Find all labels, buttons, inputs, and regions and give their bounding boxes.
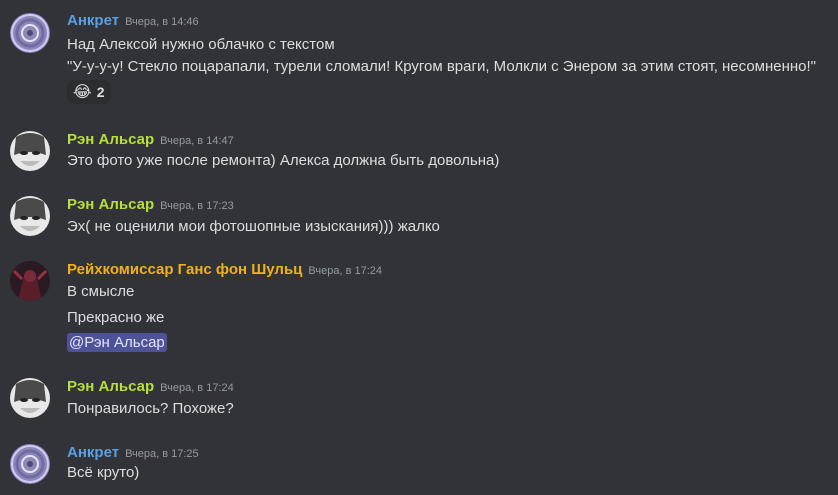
avatar-image	[10, 13, 50, 53]
author-name[interactable]: Анкрет	[67, 12, 119, 29]
message-header: Анкрет Вчера, в 17:25	[67, 444, 199, 462]
avatar[interactable]	[10, 131, 50, 171]
message-header: Рэн Альсар Вчера, в 17:24	[67, 378, 234, 396]
author-name[interactable]: Рэн Альсар	[67, 196, 154, 213]
message-header: Рейхкомиссар Ганс фон Шульц Вчера, в 17:2…	[67, 261, 382, 279]
reaction-count: 2	[96, 84, 105, 100]
avatar[interactable]	[10, 444, 50, 484]
author-name[interactable]: Рэн Альсар	[67, 378, 154, 395]
message-text: Эх( не оценили мои фотошопные изыскания)…	[67, 218, 440, 235]
avatar[interactable]	[10, 196, 50, 236]
avatar-image	[10, 196, 50, 236]
avatar-image	[10, 444, 50, 484]
message-header: Рэн Альсар Вчера, в 14:47	[67, 131, 234, 149]
laughing-emoji-icon: 😂	[73, 84, 92, 101]
message-text: Всё круто)	[67, 464, 140, 481]
avatar[interactable]	[10, 378, 50, 418]
author-name[interactable]: Анкрет	[67, 444, 119, 461]
message-text: @Рэн Альсар	[67, 333, 167, 352]
author-name[interactable]: Рэн Альсар	[67, 131, 154, 148]
avatar[interactable]	[10, 13, 50, 53]
message-header: Рэн Альсар Вчера, в 17:23	[67, 196, 234, 214]
message-text: Над Алексой нужно облачко с текстом	[67, 36, 335, 53]
avatar-image	[10, 131, 50, 171]
timestamp: Вчера, в 17:23	[160, 200, 234, 212]
message-text: Это фото уже после ремонта) Алекса должн…	[67, 152, 500, 169]
message-text: Прекрасно же	[67, 309, 165, 326]
user-mention[interactable]: @Рэн Альсар	[67, 333, 167, 352]
message-text: В смысле	[67, 283, 135, 300]
message-text: "У-у-у-у! Стекло поцарапали, турели слом…	[67, 58, 817, 75]
author-name[interactable]: Рейхкомиссар Ганс фон Шульц	[67, 261, 302, 278]
message-text: Понравилось? Похоже?	[67, 400, 234, 417]
avatar[interactable]	[10, 261, 50, 301]
reaction-button[interactable]: 😂 2	[67, 80, 111, 104]
timestamp: Вчера, в 14:46	[125, 16, 199, 28]
message-header: Анкрет Вчера, в 14:46	[67, 12, 199, 30]
avatar-image	[10, 261, 50, 301]
timestamp: Вчера, в 17:25	[125, 448, 199, 460]
avatar-image	[10, 378, 50, 418]
timestamp: Вчера, в 17:24	[308, 265, 383, 277]
timestamp: Вчера, в 17:24	[160, 382, 234, 394]
timestamp: Вчера, в 14:47	[160, 135, 234, 147]
